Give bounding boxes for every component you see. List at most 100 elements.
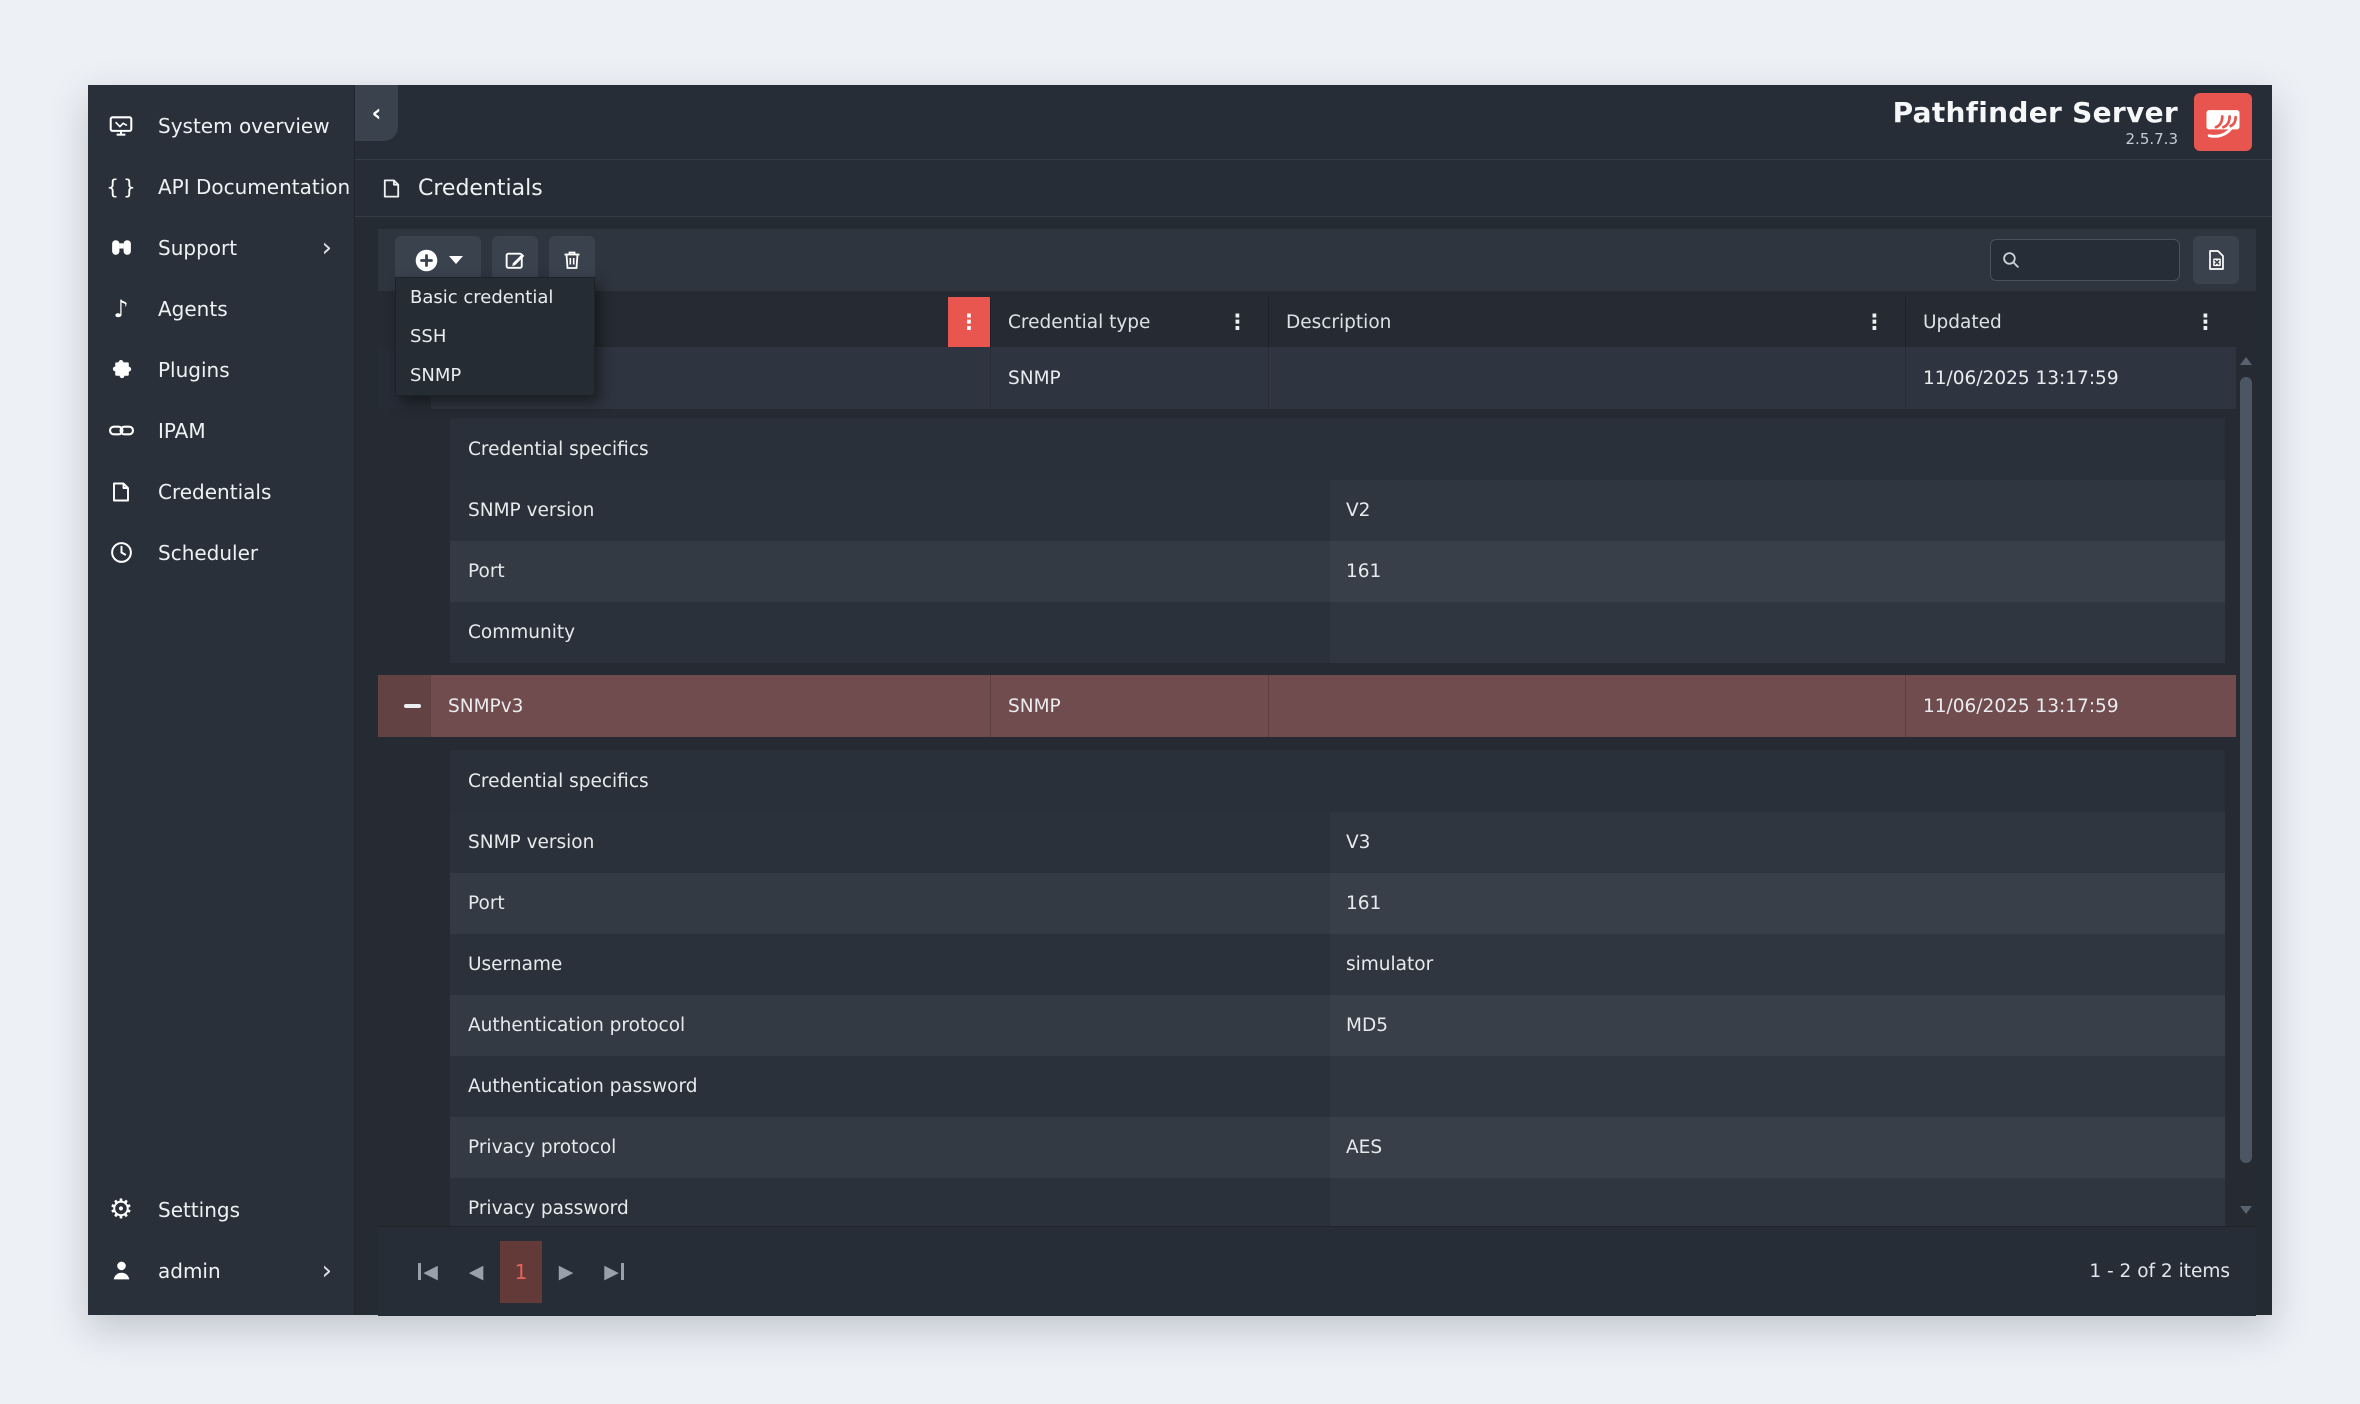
header-description-column[interactable]: Description ⋮ — [1268, 297, 1905, 347]
header-scrollbar-spacer — [2236, 297, 2256, 347]
sidebar-item-label: Credentials — [158, 480, 271, 504]
specifics-row: Privacy protocol AES — [450, 1117, 2225, 1178]
scrollbar-thumb[interactable] — [2240, 377, 2252, 1163]
sidebar-item-settings[interactable]: ⚙ Settings — [88, 1179, 354, 1240]
last-page-icon — [621, 1263, 624, 1280]
chevron-right-icon: › — [322, 1258, 336, 1284]
current-page-button[interactable]: 1 — [500, 1241, 542, 1303]
first-page-button[interactable]: ◀ — [404, 1241, 452, 1303]
rows-container: SNMP 11/06/2025 13:17:59 Credential spec… — [378, 347, 2236, 1226]
specifics-row: Port 161 — [450, 541, 2225, 602]
header-updated-column[interactable]: Updated ⋮ — [1905, 297, 2236, 347]
grid-header-row: ⋮ Credential type ⋮ Description ⋮ Update… — [378, 297, 2256, 347]
sidebar-item-scheduler[interactable]: Scheduler — [88, 522, 354, 583]
specifics-row: Authentication protocol MD5 — [450, 995, 2225, 1056]
spec-value: V3 — [1330, 812, 2225, 873]
sidebar-item-admin[interactable]: admin › — [88, 1240, 354, 1301]
app-version: 2.5.7.3 — [1893, 130, 2178, 148]
page-title-bar: Credentials — [355, 160, 2272, 217]
header-updated-label: Updated — [1923, 312, 2002, 333]
main-area: ‹ Pathfinder Server 2.5.7.3 Cred — [355, 85, 2272, 1315]
kebab-menu-icon[interactable]: ⋮ — [1227, 312, 1248, 333]
export-excel-button[interactable] — [2193, 236, 2239, 284]
search-box — [1990, 239, 2180, 281]
content-area: ⋮ Credential type ⋮ Description ⋮ Update… — [355, 218, 2272, 1315]
sidebar-nav: System overview { } API Documentation Su… — [88, 85, 354, 583]
sidebar-item-system-overview[interactable]: System overview — [88, 95, 354, 156]
spec-value: MD5 — [1330, 995, 2225, 1056]
table-row-selected[interactable]: SNMPv3 SNMP 11/06/2025 13:17:59 — [378, 675, 2236, 737]
page-title: Credentials — [418, 176, 543, 201]
spec-label: SNMP version — [450, 480, 1330, 541]
specifics-row: Authentication password — [450, 1056, 2225, 1117]
grid-body: SNMP 11/06/2025 13:17:59 Credential spec… — [378, 347, 2256, 1226]
braces-icon: { } — [106, 177, 136, 197]
spec-label: Privacy password — [450, 1178, 1330, 1226]
cell-credential-type: SNMP — [990, 675, 1268, 737]
menu-item-snmp[interactable]: SNMP — [396, 356, 594, 395]
last-page-button[interactable]: ▶ — [590, 1241, 638, 1303]
sidebar-item-api-documentation[interactable]: { } API Documentation — [88, 156, 354, 217]
sidebar-item-label: Settings — [158, 1198, 240, 1222]
header-description-label: Description — [1286, 312, 1391, 333]
document-icon — [106, 480, 136, 504]
search-input[interactable] — [2028, 249, 2170, 272]
scroll-down-arrow[interactable] — [2240, 1206, 2252, 1214]
spec-value: 161 — [1330, 541, 2225, 602]
spec-value — [1330, 602, 2225, 663]
sidebar-collapse-button[interactable]: ‹ — [355, 85, 398, 141]
spec-label: Community — [450, 602, 1330, 663]
add-credential-dropdown: Basic credential SSH SNMP — [395, 277, 595, 396]
sidebar-item-credentials[interactable]: Credentials — [88, 461, 354, 522]
credential-specifics-panel: Credential specifics SNMP version V2 Por… — [450, 418, 2225, 663]
clock-icon — [106, 540, 136, 565]
sidebar-item-support[interactable]: Support › — [88, 217, 354, 278]
sidebar: System overview { } API Documentation Su… — [88, 85, 355, 1315]
trash-icon — [560, 248, 584, 272]
column-menu-button-active[interactable]: ⋮ — [948, 297, 990, 347]
monitor-icon — [106, 113, 136, 139]
chevron-down-icon — [449, 256, 463, 264]
row-expander[interactable] — [378, 675, 430, 737]
specifics-row: Username simulator — [450, 934, 2225, 995]
search-icon — [2000, 249, 2022, 271]
sidebar-item-label: IPAM — [158, 419, 206, 443]
sidebar-item-label: System overview — [158, 114, 330, 138]
previous-page-button[interactable]: ◀ — [452, 1241, 500, 1303]
specifics-title: Credential specifics — [450, 418, 2225, 480]
cell-name: SNMPv3 — [430, 675, 990, 737]
sidebar-item-ipam[interactable]: IPAM — [88, 400, 354, 461]
sidebar-item-label: API Documentation — [158, 175, 350, 199]
app-title: Pathfinder Server — [1893, 96, 2178, 129]
next-page-button[interactable]: ▶ — [542, 1241, 590, 1303]
gear-icon: ⚙ — [106, 1196, 136, 1223]
pagination-bar: ◀ ◀ 1 ▶ ▶ 1 - 2 of 2 items — [378, 1226, 2256, 1316]
specifics-row: Privacy password — [450, 1178, 2225, 1226]
spec-label: Username — [450, 934, 1330, 995]
menu-item-basic-credential[interactable]: Basic credential — [396, 278, 594, 317]
row-gap — [378, 663, 2236, 675]
scroll-up-arrow[interactable] — [2240, 357, 2252, 365]
specifics-row: SNMP version V2 — [450, 480, 2225, 541]
binoculars-icon — [106, 235, 136, 260]
specifics-row: Community — [450, 602, 2225, 663]
edit-icon — [503, 248, 528, 273]
sidebar-item-label: Plugins — [158, 358, 230, 382]
app-window: System overview { } API Documentation Su… — [88, 85, 2272, 1315]
sidebar-item-label: Support — [158, 236, 237, 260]
sidebar-item-agents[interactable]: ♪ Agents — [88, 278, 354, 339]
kebab-menu-icon[interactable]: ⋮ — [1864, 312, 1885, 333]
table-row[interactable]: SNMP 11/06/2025 13:17:59 — [378, 347, 2236, 409]
sidebar-item-plugins[interactable]: Plugins — [88, 339, 354, 400]
menu-item-ssh[interactable]: SSH — [396, 317, 594, 356]
spec-value: V2 — [1330, 480, 2225, 541]
spec-label: Port — [450, 873, 1330, 934]
spec-label: Privacy protocol — [450, 1117, 1330, 1178]
kebab-menu-icon[interactable]: ⋮ — [2195, 312, 2216, 333]
sidebar-bottom: ⚙ Settings admin › — [88, 1169, 354, 1315]
brand-block: Pathfinder Server 2.5.7.3 — [1893, 96, 2178, 148]
spec-label: Authentication password — [450, 1056, 1330, 1117]
spec-value: 161 — [1330, 873, 2225, 934]
header-credential-type-column[interactable]: Credential type ⋮ — [990, 297, 1268, 347]
export-excel-icon — [2204, 248, 2228, 272]
